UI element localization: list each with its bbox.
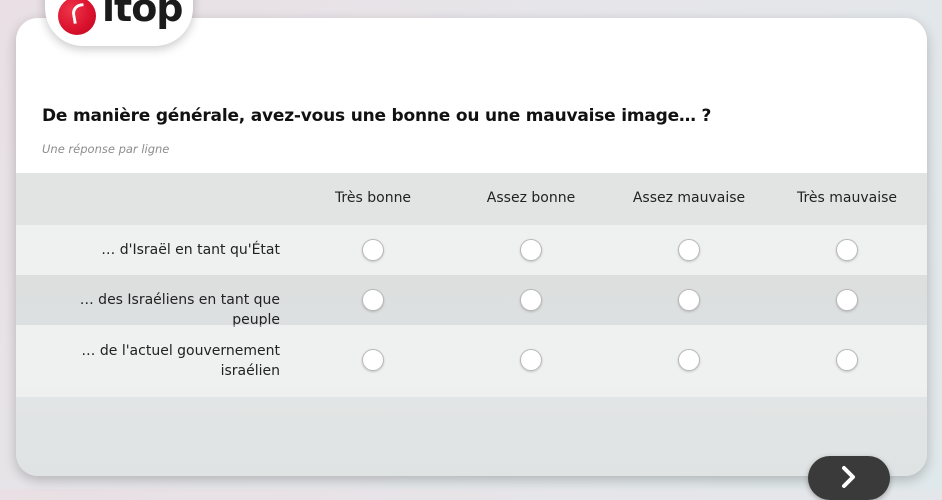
logo-text: itop (102, 0, 183, 30)
radio-option-tres-mauvaise[interactable] (836, 239, 858, 261)
logo: itop (45, 0, 193, 46)
radio-option-tres-mauvaise[interactable] (836, 289, 858, 311)
chevron-right-icon (842, 466, 855, 488)
row-label: … des Israéliens en tant que peuple (79, 292, 280, 328)
column-header: Assez bonne (486, 190, 576, 206)
likert-grid: Très bonne Assez bonne Assez mauvaise Tr… (16, 173, 927, 397)
grid-row: … de l'actuel gouvernement israélien (16, 325, 927, 397)
radio-option-tres-mauvaise[interactable] (836, 349, 858, 371)
radio-option-assez-bonne[interactable] (520, 349, 542, 371)
radio-option-assez-mauvaise[interactable] (678, 289, 700, 311)
column-header: Assez mauvaise (632, 190, 746, 206)
row-label: … d'Israël en tant qu'État (101, 242, 280, 258)
question-instruction: Une réponse par ligne (42, 142, 170, 156)
survey-card: De manière générale, avez-vous une bonne… (16, 18, 927, 476)
column-header: Très bonne (334, 190, 412, 206)
radio-option-tres-bonne[interactable] (362, 349, 384, 371)
grid-row: … des Israéliens en tant que peuple (16, 275, 927, 328)
question-title: De manière générale, avez-vous une bonne… (42, 106, 712, 126)
radio-option-tres-bonne[interactable] (362, 289, 384, 311)
grid-header-row: Très bonne Assez bonne Assez mauvaise Tr… (16, 173, 927, 225)
radio-option-assez-bonne[interactable] (520, 239, 542, 261)
radio-option-assez-mauvaise[interactable] (678, 349, 700, 371)
radio-option-tres-bonne[interactable] (362, 239, 384, 261)
grid-row: … d'Israël en tant qu'État (16, 225, 927, 275)
radio-option-assez-mauvaise[interactable] (678, 239, 700, 261)
row-label: … de l'actuel gouvernement israélien (81, 343, 280, 379)
logo-mark-icon (58, 0, 96, 35)
next-button[interactable] (808, 456, 890, 500)
radio-option-assez-bonne[interactable] (520, 289, 542, 311)
column-header: Très mauvaise (796, 190, 898, 206)
